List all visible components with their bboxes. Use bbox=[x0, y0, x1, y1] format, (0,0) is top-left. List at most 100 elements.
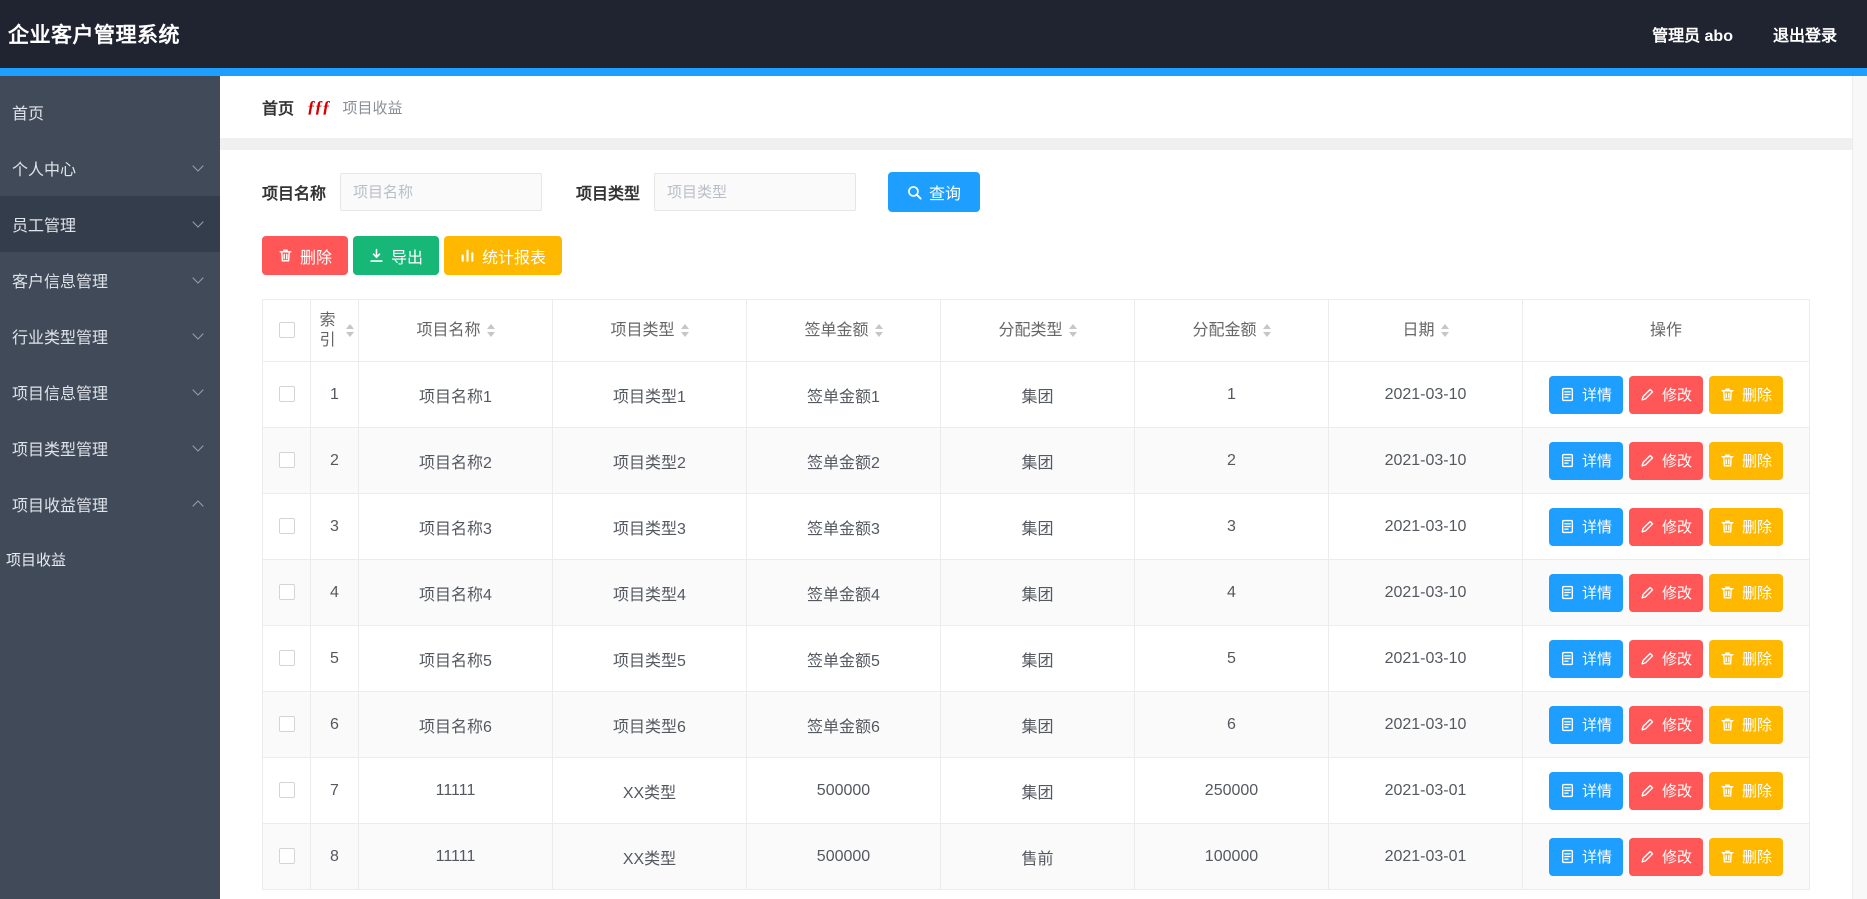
cell-sign-amount: 签单金额5 bbox=[746, 625, 941, 692]
row-button-label: 删除 bbox=[1742, 651, 1773, 668]
detail-button[interactable]: 详情 bbox=[1548, 771, 1623, 810]
cell-alloc-type: 集团 bbox=[940, 493, 1135, 560]
user-name[interactable]: 管理员 abo bbox=[1652, 22, 1733, 46]
magnifier-icon bbox=[907, 185, 922, 200]
detail-button[interactable]: 详情 bbox=[1548, 705, 1623, 744]
sidebar-item-home[interactable]: 首页 bbox=[0, 84, 220, 140]
sort-asc-icon[interactable] bbox=[346, 324, 354, 329]
cell-project-name: 11111 bbox=[358, 757, 553, 824]
column-header[interactable]: 签单金额 bbox=[746, 299, 941, 362]
detail-button[interactable]: 详情 bbox=[1548, 375, 1623, 414]
sort-carets bbox=[680, 324, 689, 337]
sidebar-subitem-project-income[interactable]: 项目收益 bbox=[0, 532, 220, 586]
delete-button[interactable]: 删除 bbox=[1709, 573, 1784, 612]
detail-button[interactable]: 详情 bbox=[1548, 837, 1623, 876]
column-header[interactable]: 项目名称 bbox=[358, 299, 553, 362]
row-checkbox[interactable] bbox=[278, 386, 295, 403]
row-button-label: 详情 bbox=[1581, 519, 1612, 536]
cell-alloc-type: 售前 bbox=[940, 823, 1135, 890]
project-name-input[interactable] bbox=[340, 173, 543, 211]
delete-button[interactable]: 删除 bbox=[1709, 639, 1784, 678]
row-checkbox[interactable] bbox=[278, 650, 295, 667]
column-header[interactable]: 分配类型 bbox=[940, 299, 1135, 362]
edit-button[interactable]: 修改 bbox=[1628, 837, 1703, 876]
scrollbar-track[interactable] bbox=[1852, 76, 1867, 899]
cell-index: 6 bbox=[310, 691, 359, 758]
select-all-checkbox[interactable] bbox=[278, 322, 295, 339]
table-row: 1 项目名称1 项目类型1 签单金额1 集团 1 2021-03-10 详情 修改 删除 bbox=[262, 361, 1810, 428]
delete-button[interactable]: 删除 bbox=[1709, 837, 1784, 876]
sidebar-item-industry-type-management[interactable]: 行业类型管理 bbox=[0, 308, 220, 364]
cell-sign-amount: 签单金额6 bbox=[746, 691, 941, 758]
row-button-label: 修改 bbox=[1661, 585, 1692, 602]
row-checkbox[interactable] bbox=[278, 518, 295, 535]
row-checkbox[interactable] bbox=[278, 848, 295, 865]
sort-desc-icon[interactable] bbox=[680, 332, 689, 337]
cell-alloc-type: 集团 bbox=[940, 559, 1135, 626]
delete-button[interactable]: 删除 bbox=[262, 236, 349, 275]
detail-button[interactable]: 详情 bbox=[1548, 573, 1623, 612]
column-header-content: 项目类型 bbox=[557, 321, 742, 341]
breadcrumb-home[interactable]: 首页 bbox=[262, 95, 294, 119]
detail-button[interactable]: 详情 bbox=[1548, 507, 1623, 546]
edit-button[interactable]: 修改 bbox=[1628, 441, 1703, 480]
query-button[interactable]: 查询 bbox=[888, 172, 981, 212]
edit-button[interactable]: 修改 bbox=[1628, 771, 1703, 810]
sort-asc-icon[interactable] bbox=[874, 324, 883, 329]
logout-link[interactable]: 退出登录 bbox=[1773, 22, 1837, 46]
delete-button[interactable]: 删除 bbox=[1709, 771, 1784, 810]
row-checkbox[interactable] bbox=[278, 782, 295, 799]
sort-asc-icon[interactable] bbox=[680, 324, 689, 329]
column-header-label: 项目类型 bbox=[610, 321, 675, 339]
edit-button[interactable]: 修改 bbox=[1628, 507, 1703, 546]
sort-carets bbox=[874, 324, 883, 337]
toolbar-button-label: 导出 bbox=[391, 249, 424, 267]
cell-alloc-amount: 100000 bbox=[1134, 823, 1329, 890]
edit-button[interactable]: 修改 bbox=[1628, 375, 1703, 414]
detail-button[interactable]: 详情 bbox=[1548, 441, 1623, 480]
export-button[interactable]: 导出 bbox=[353, 236, 440, 275]
sort-desc-icon[interactable] bbox=[346, 332, 354, 337]
sidebar-item-project-type-management[interactable]: 项目类型管理 bbox=[0, 420, 220, 476]
row-button-label: 删除 bbox=[1742, 453, 1773, 470]
sidebar-item-staff-management[interactable]: 员工管理 bbox=[0, 196, 220, 252]
chevron-down-icon bbox=[192, 216, 204, 228]
trash-icon bbox=[1720, 849, 1735, 864]
sidebar-item-label: 员工管理 bbox=[12, 218, 77, 235]
delete-button[interactable]: 删除 bbox=[1709, 375, 1784, 414]
report-button[interactable]: 统计报表 bbox=[444, 236, 563, 275]
sidebar-item-project-info-management[interactable]: 项目信息管理 bbox=[0, 364, 220, 420]
sidebar-item-customer-info-management[interactable]: 客户信息管理 bbox=[0, 252, 220, 308]
sort-asc-icon[interactable] bbox=[1068, 324, 1077, 329]
table-header-row: 索引 项目名称 项目类型 签单金额 分配类型 分配金额 日期 操作 bbox=[262, 299, 1810, 362]
sort-desc-icon[interactable] bbox=[874, 332, 883, 337]
row-select-cell bbox=[262, 691, 311, 758]
sort-desc-icon[interactable] bbox=[1262, 332, 1271, 337]
column-header[interactable]: 日期 bbox=[1328, 299, 1523, 362]
delete-button[interactable]: 删除 bbox=[1709, 705, 1784, 744]
sidebar-item-profile[interactable]: 个人中心 bbox=[0, 140, 220, 196]
sort-asc-icon[interactable] bbox=[1440, 324, 1449, 329]
column-header-content: 操作 bbox=[1527, 321, 1805, 341]
project-type-input[interactable] bbox=[654, 173, 857, 211]
column-header[interactable]: 分配金额 bbox=[1134, 299, 1329, 362]
edit-button[interactable]: 修改 bbox=[1628, 573, 1703, 612]
row-checkbox[interactable] bbox=[278, 452, 295, 469]
sort-desc-icon[interactable] bbox=[1440, 332, 1449, 337]
delete-button[interactable]: 删除 bbox=[1709, 441, 1784, 480]
sort-asc-icon[interactable] bbox=[1262, 324, 1271, 329]
delete-button[interactable]: 删除 bbox=[1709, 507, 1784, 546]
edit-button[interactable]: 修改 bbox=[1628, 705, 1703, 744]
cell-date: 2021-03-10 bbox=[1328, 559, 1523, 626]
column-header[interactable]: 索引 bbox=[310, 299, 359, 362]
row-checkbox[interactable] bbox=[278, 716, 295, 733]
sort-desc-icon[interactable] bbox=[1068, 332, 1077, 337]
sort-desc-icon[interactable] bbox=[486, 332, 495, 337]
column-header[interactable]: 项目类型 bbox=[552, 299, 747, 362]
sort-asc-icon[interactable] bbox=[486, 324, 495, 329]
row-checkbox[interactable] bbox=[278, 584, 295, 601]
detail-button[interactable]: 详情 bbox=[1548, 639, 1623, 678]
sidebar-item-project-income-management[interactable]: 项目收益管理 bbox=[0, 476, 220, 532]
sort-carets bbox=[346, 324, 354, 337]
edit-button[interactable]: 修改 bbox=[1628, 639, 1703, 678]
